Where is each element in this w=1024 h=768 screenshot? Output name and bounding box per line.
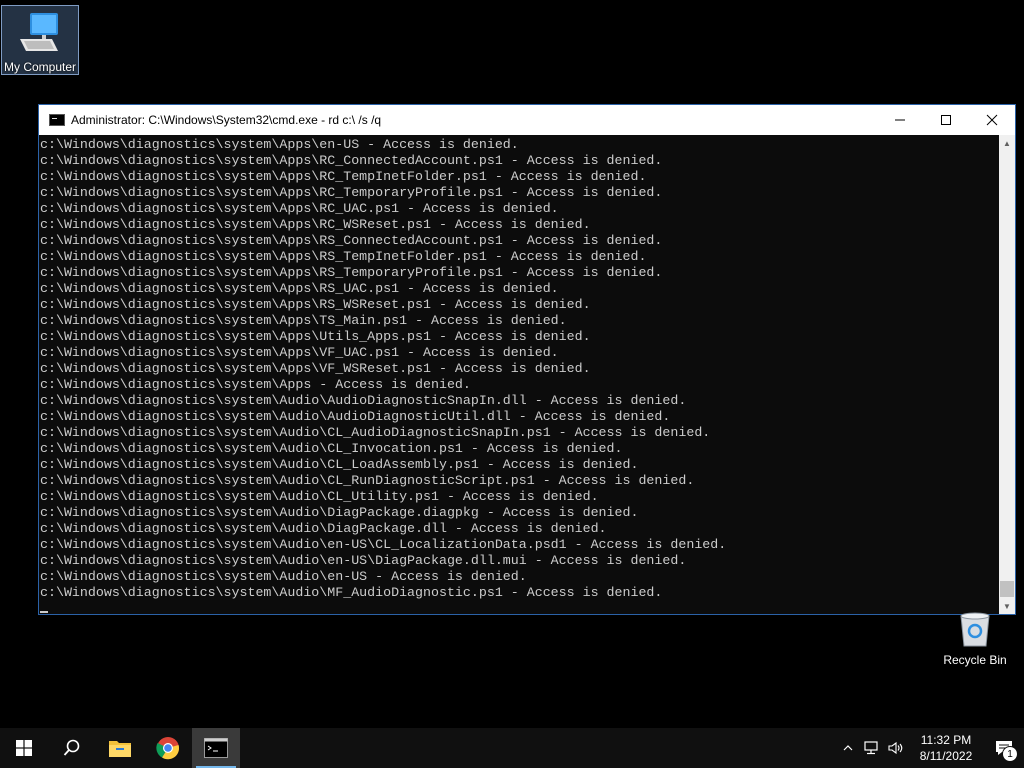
search-button[interactable] <box>48 728 96 768</box>
console-line: c:\Windows\diagnostics\system\Audio\en-U… <box>40 569 527 584</box>
volume-icon[interactable] <box>884 728 908 768</box>
recycle-bin-desktop-icon[interactable]: Recycle Bin <box>940 612 1010 667</box>
console-line: c:\Windows\diagnostics\system\Apps\VF_UA… <box>40 345 559 360</box>
console-line: c:\Windows\diagnostics\system\Audio\Diag… <box>40 521 607 536</box>
console-line: c:\Windows\diagnostics\system\Audio\CL_A… <box>40 425 711 440</box>
console-line: c:\Windows\diagnostics\system\Apps\RS_Te… <box>40 249 647 264</box>
console-line: c:\Windows\diagnostics\system\Apps\RS_WS… <box>40 297 591 312</box>
console-line: c:\Windows\diagnostics\system\Apps\RC_Te… <box>40 185 663 200</box>
console-line: c:\Windows\diagnostics\system\Apps\RC_UA… <box>40 201 559 216</box>
my-computer-desktop-icon[interactable]: My Computer <box>1 5 79 75</box>
console-line: c:\Windows\diagnostics\system\Apps\RS_Co… <box>40 233 663 248</box>
close-button[interactable] <box>969 105 1015 135</box>
console-line: c:\Windows\diagnostics\system\Apps\RC_Te… <box>40 169 647 184</box>
scroll-thumb[interactable] <box>1000 581 1014 597</box>
console-output[interactable]: c:\Windows\diagnostics\system\Apps\en-US… <box>39 135 1000 614</box>
system-tray: 11:32 PM 8/11/2022 1 <box>836 728 1024 768</box>
console-line: c:\Windows\diagnostics\system\Apps\RC_Co… <box>40 153 663 168</box>
action-center-button[interactable]: 1 <box>984 728 1024 768</box>
clock-time: 11:32 PM <box>920 733 972 747</box>
maximize-button[interactable] <box>923 105 969 135</box>
console-line: c:\Windows\diagnostics\system\Audio\CL_R… <box>40 473 695 488</box>
console-line: c:\Windows\diagnostics\system\Apps\RS_UA… <box>40 281 559 296</box>
search-icon <box>63 739 80 756</box>
console-line: c:\Windows\diagnostics\system\Apps\VF_WS… <box>40 361 591 376</box>
cmd-app-icon <box>49 114 65 126</box>
console-line: c:\Windows\diagnostics\system\Apps\Utils… <box>40 329 591 344</box>
console-line: c:\Windows\diagnostics\system\Audio\Audi… <box>40 393 687 408</box>
recycle-bin-icon <box>960 612 990 647</box>
console-line: c:\Windows\diagnostics\system\Apps\en-US… <box>40 137 519 152</box>
my-computer-label: My Computer <box>3 60 77 74</box>
console-text: c:\Windows\diagnostics\system\Apps\en-US… <box>39 135 1000 601</box>
console-line: c:\Windows\diagnostics\system\Audio\MF_A… <box>40 585 663 600</box>
file-explorer-icon <box>109 741 131 757</box>
console-line: c:\Windows\diagnostics\system\Audio\CL_U… <box>40 489 599 504</box>
network-icon[interactable] <box>860 728 884 768</box>
cmd-window[interactable]: Administrator: C:\Windows\System32\cmd.e… <box>38 104 1016 615</box>
clock-date: 8/11/2022 <box>919 749 973 763</box>
console-line: c:\Windows\diagnostics\system\Apps\RS_Te… <box>40 265 663 280</box>
taskbar: 11:32 PM 8/11/2022 1 <box>0 728 1024 768</box>
show-hidden-icons-chevron-icon[interactable] <box>836 728 860 768</box>
close-icon <box>986 114 998 126</box>
maximize-icon <box>941 115 951 125</box>
console-line: c:\Windows\diagnostics\system\Apps\RC_WS… <box>40 217 591 232</box>
title-bar[interactable]: Administrator: C:\Windows\System32\cmd.e… <box>39 105 1015 135</box>
vertical-scrollbar[interactable]: ▲ ▼ <box>999 135 1015 614</box>
chrome-button[interactable] <box>144 728 192 768</box>
notification-count-badge: 1 <box>1002 746 1018 762</box>
start-button[interactable] <box>0 728 48 768</box>
console-line: c:\Windows\diagnostics\system\Audio\en-U… <box>40 553 687 568</box>
cmd-taskbar-button[interactable] <box>192 728 240 768</box>
windows-start-icon <box>16 740 32 756</box>
minimize-icon <box>895 119 905 121</box>
console-line: c:\Windows\diagnostics\system\Audio\Audi… <box>40 409 671 424</box>
chrome-icon <box>156 737 180 760</box>
text-cursor <box>40 611 48 613</box>
computer-icon <box>20 13 58 51</box>
console-line: c:\Windows\diagnostics\system\Audio\en-U… <box>40 537 727 552</box>
console-line: c:\Windows\diagnostics\system\Audio\Diag… <box>40 505 639 520</box>
console-line: c:\Windows\diagnostics\system\Apps\TS_Ma… <box>40 313 567 328</box>
file-explorer-button[interactable] <box>96 728 144 768</box>
window-title: Administrator: C:\Windows\System32\cmd.e… <box>71 113 382 127</box>
cmd-icon <box>204 738 228 758</box>
recycle-bin-label: Recycle Bin <box>943 653 1007 667</box>
console-line: c:\Windows\diagnostics\system\Audio\CL_I… <box>40 441 623 456</box>
console-line: c:\Windows\diagnostics\system\Apps - Acc… <box>40 377 471 392</box>
minimize-button[interactable] <box>877 105 923 135</box>
console-line: c:\Windows\diagnostics\system\Audio\CL_L… <box>40 457 639 472</box>
scroll-up-arrow-icon[interactable]: ▲ <box>999 135 1015 151</box>
clock[interactable]: 11:32 PM 8/11/2022 <box>908 732 984 764</box>
